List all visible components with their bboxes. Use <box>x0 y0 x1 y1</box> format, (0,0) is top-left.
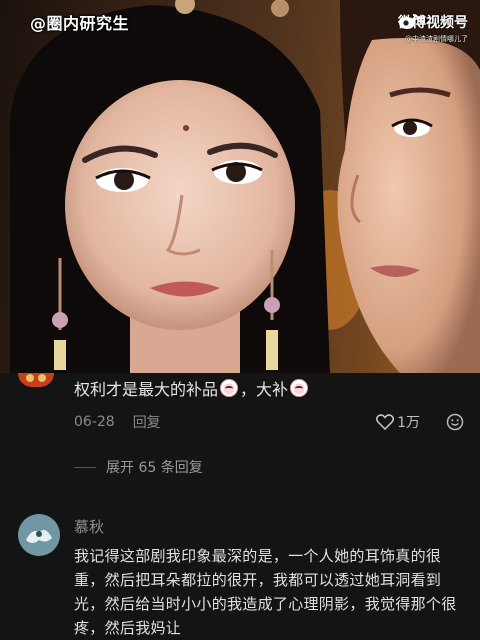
comment-text-tail: ，大补 <box>240 380 289 399</box>
divider-dash <box>74 466 96 468</box>
reply-button[interactable]: 回复 <box>133 412 161 432</box>
weibo-video-watermark: 微博视频号 @中渣渣剧情哪儿了 <box>398 12 468 44</box>
like-button[interactable]: 1万 <box>376 412 420 432</box>
smiley-icon <box>446 413 464 431</box>
uploader-watermark: @圈内研究生 <box>30 14 130 33</box>
video-frame[interactable]: @圈内研究生 微博视频号 @中渣渣剧情哪儿了 <box>0 0 480 373</box>
weibo-icon <box>399 14 419 29</box>
avatar-image <box>18 374 54 387</box>
heart-icon <box>376 414 395 430</box>
avatar[interactable] <box>18 514 60 556</box>
cry-laugh-emoji-icon <box>220 379 239 397</box>
brand-sub-label: @中渣渣剧情哪儿了 <box>405 35 468 43</box>
comment-username[interactable]: 慕秋 <box>74 516 104 537</box>
comment-date: 06-28 <box>74 414 115 430</box>
comment-text: 我记得这部剧我印象最深的是，一个人她的耳饰真的很重，然后把耳朵都拉的很开，我都可… <box>74 547 457 637</box>
comment-section: 权利才是最大的补品 ，大补 06-28 回复 1万 展开 65 条回复 慕秋 我… <box>0 373 480 640</box>
comment-text: 权利才是最大的补品 ，大补 <box>74 376 309 400</box>
comment-meta: 06-28 回复 1万 <box>74 412 464 432</box>
video-still <box>10 0 480 373</box>
cry-laugh-emoji-icon <box>290 379 309 397</box>
expand-replies-button[interactable]: 展开 65 条回复 <box>74 457 203 477</box>
like-count: 1万 <box>397 415 420 431</box>
emoji-react-button[interactable] <box>446 413 464 431</box>
avatar-image <box>18 514 60 556</box>
comment-text-main: 权利才是最大的补品 <box>74 380 219 399</box>
expand-replies-label: 展开 65 条回复 <box>106 460 203 476</box>
avatar[interactable] <box>18 373 54 387</box>
